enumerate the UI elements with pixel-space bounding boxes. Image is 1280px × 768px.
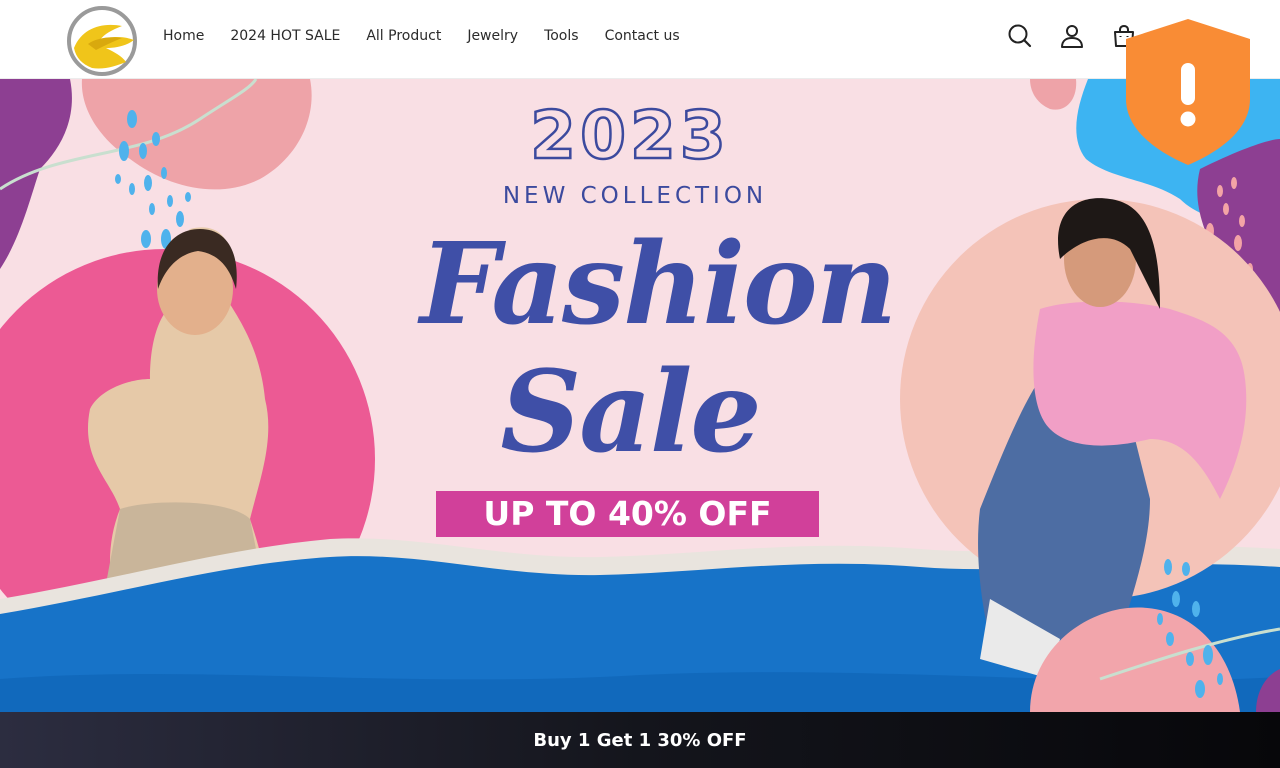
announcement-bar[interactable]: Buy 1 Get 1 30% OFF — [0, 712, 1280, 768]
nav-tools[interactable]: Tools — [531, 26, 592, 46]
main-nav: Home 2024 HOT SALE All Product Jewelry T… — [150, 26, 693, 46]
nav-jewelry[interactable]: Jewelry — [454, 26, 531, 46]
hero-banner[interactable]: 2023 NEW COLLECTION Fashion Sale UP TO 4… — [0, 79, 1280, 712]
shield-alert-icon[interactable] — [1126, 19, 1250, 165]
hero-year: 2023 — [529, 96, 730, 176]
hero-title-line1: Fashion — [420, 219, 897, 350]
hero-text: 2023 NEW COLLECTION Fashion Sale UP TO 4… — [0, 79, 1280, 712]
nav-home[interactable]: Home — [150, 26, 217, 46]
announcement-text: Buy 1 Get 1 30% OFF — [533, 729, 747, 751]
nav-contact-us[interactable]: Contact us — [592, 26, 693, 46]
nav-all-product[interactable]: All Product — [353, 26, 454, 46]
hero-subtitle: NEW COLLECTION — [502, 183, 768, 209]
site-header: Home 2024 HOT SALE All Product Jewelry T… — [0, 0, 1280, 79]
search-icon[interactable] — [1004, 20, 1036, 52]
eagle-logo[interactable] — [66, 4, 138, 76]
hero-title-line2: Sale — [500, 347, 761, 478]
account-icon[interactable] — [1056, 20, 1088, 52]
nav-hot-sale[interactable]: 2024 HOT SALE — [217, 26, 353, 46]
hero-offer-banner: UP TO 40% OFF — [436, 491, 819, 537]
